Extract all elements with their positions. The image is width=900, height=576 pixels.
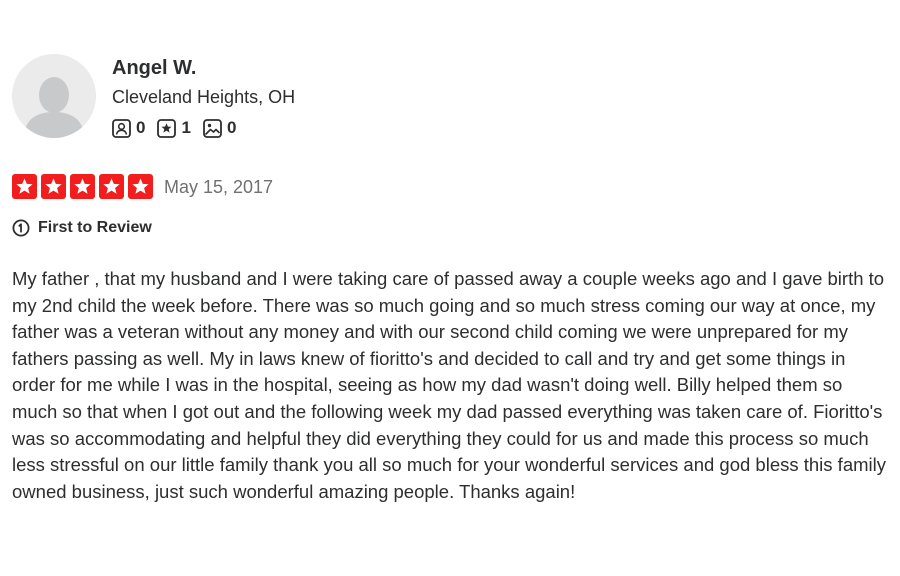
user-name[interactable]: Angel W. (112, 56, 196, 80)
friends-icon (112, 118, 131, 138)
photos-count-value: 0 (226, 118, 237, 137)
user-stats: 0 1 0 (112, 118, 248, 138)
photos-count: 0 (203, 118, 236, 138)
first-to-review-label: First to Review (38, 219, 152, 236)
photo-icon (203, 118, 222, 138)
star-icon (128, 174, 153, 199)
star-icon (41, 174, 66, 199)
first-to-review-badge: First to Review (12, 218, 152, 238)
user-location: Cleveland Heights, OH (112, 87, 296, 107)
reviews-count-value: 1 (181, 118, 191, 137)
review-star-icon (157, 118, 177, 138)
star-rating (12, 174, 153, 199)
avatar[interactable] (12, 54, 96, 138)
friends-count: 0 (112, 118, 145, 138)
reviews-count: 1 (157, 118, 191, 138)
star-icon (99, 174, 124, 199)
review-text: My father , that my husband and I were t… (12, 268, 886, 502)
default-avatar-icon (24, 77, 84, 138)
review-date: May 15, 2017 (164, 176, 274, 197)
first-review-icon (12, 219, 30, 237)
review-card: Angel W. Cleveland Heights, OH 0 1 0 May… (0, 0, 900, 576)
rating-row: May 15, 2017 (12, 174, 273, 199)
star-icon (12, 174, 37, 199)
friends-count-value: 0 (136, 118, 146, 137)
star-icon (70, 174, 95, 199)
